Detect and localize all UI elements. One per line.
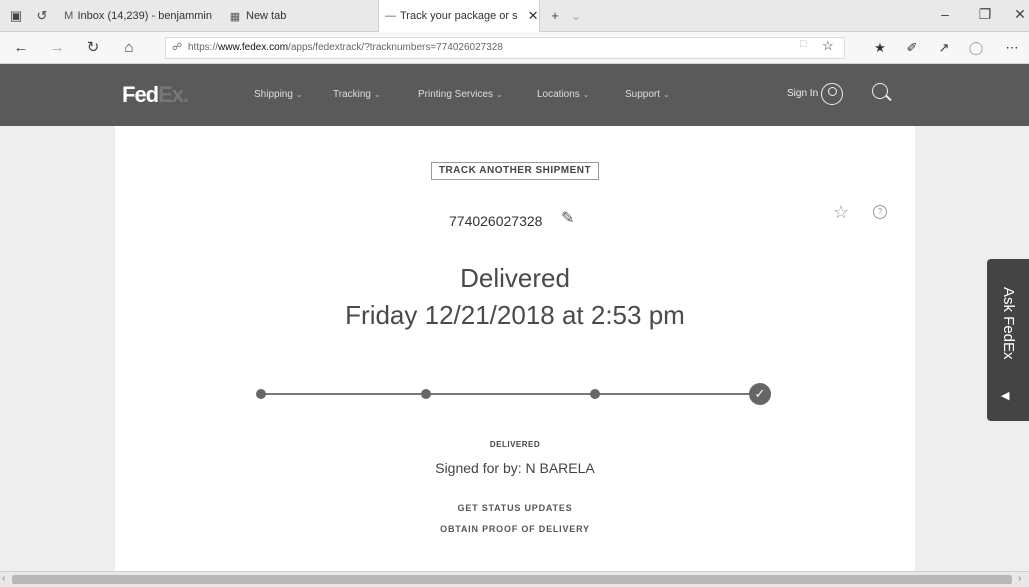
nav-tracking[interactable]: Tracking ⌄ [333, 89, 381, 100]
maximize-icon[interactable]: ❐ [975, 6, 995, 23]
new-tab-icon: ▦ [229, 10, 241, 23]
scrollbar-thumb[interactable] [12, 575, 1012, 584]
tab-inbox[interactable]: M Inbox (14,239) - benjammin [58, 0, 218, 32]
nav-shipping[interactable]: Shipping ⌄ [254, 89, 303, 100]
address-bar-row: ← → ↻ ⌂ ☍ https://www.fedex.com/apps/fed… [0, 32, 1029, 64]
chevron-down-icon: ⌄ [663, 90, 670, 99]
more-menu-icon[interactable]: ⋯ [1004, 40, 1020, 56]
tab-label: New tab [246, 10, 287, 22]
scroll-right-icon[interactable]: › [1018, 573, 1021, 584]
tab-fedex-track[interactable]: — Track your package or s ✕ [378, 0, 540, 32]
back-icon[interactable]: ← [12, 39, 30, 57]
tab-new-tab[interactable]: ▦ New tab [222, 0, 372, 32]
status-label: DELIVERED [489, 440, 541, 449]
home-icon[interactable]: ⌂ [120, 39, 138, 57]
pen-icon[interactable]: ✐ [904, 40, 920, 56]
tab-actions-icon[interactable]: ▣ [8, 8, 24, 24]
new-tab-plus-icon[interactable]: + [547, 8, 563, 24]
track-another-shipment-button[interactable]: TRACK ANOTHER SHIPMENT [431, 162, 599, 180]
pencil-icon[interactable]: ✎ [561, 208, 574, 228]
ask-fedex-label: Ask FedEx [1000, 286, 1017, 360]
signed-for-text: Signed for by: N BARELA [435, 460, 595, 476]
ask-fedex-tab[interactable]: Ask FedEx ◀ [987, 259, 1029, 421]
info-icon[interactable]: ? [873, 205, 887, 219]
tab-list-chevron-icon[interactable]: ⌄ [568, 8, 584, 24]
url-domain: www.fedex.com [218, 42, 289, 53]
browser-tab-bar: ▣ ↺ M Inbox (14,239) - benjammin ▦ New t… [0, 0, 1029, 32]
tab-label: Track your package or s [400, 10, 518, 22]
mail-icon: M [64, 10, 74, 22]
chevron-down-icon: ⌄ [373, 90, 381, 99]
delivery-date: Friday 12/21/2018 at 2:53 pm [345, 300, 685, 330]
refresh-icon[interactable]: ↻ [84, 39, 102, 57]
progress-step-2 [421, 389, 431, 399]
nav-label: Tracking [333, 89, 371, 100]
user-icon[interactable] [821, 83, 843, 105]
fedex-logo[interactable]: FedEx. [122, 82, 189, 108]
horizontal-scrollbar[interactable]: ‹ › [0, 571, 1029, 587]
caret-left-icon: ◀ [1001, 390, 1010, 402]
nav-locations[interactable]: Locations ⌄ [537, 89, 590, 100]
fedex-header: FedEx. Shipping ⌄ Tracking ⌄ Printing Serv… [0, 64, 1029, 126]
reading-view-icon[interactable]: □ [800, 38, 807, 50]
search-icon[interactable] [872, 83, 888, 99]
chevron-down-icon: ⌄ [582, 90, 590, 99]
forward-icon[interactable]: → [48, 39, 66, 57]
sign-in-link[interactable]: Sign In [787, 88, 818, 99]
close-tab-icon[interactable]: ✕ [528, 8, 539, 24]
nav-label: Locations [537, 89, 580, 100]
tab-label: Inbox (14,239) - benjammin [77, 10, 212, 22]
obtain-proof-of-delivery-link[interactable]: OBTAIN PROOF OF DELIVERY [395, 524, 635, 534]
favorites-icon[interactable]: ★ [872, 40, 888, 56]
status-title: Delivered [460, 263, 570, 293]
nav-label: Support [625, 89, 661, 100]
progress-step-3 [590, 389, 600, 399]
nav-label: Printing Services [418, 89, 494, 100]
close-window-icon[interactable]: ✕ [1010, 6, 1029, 23]
scroll-left-icon[interactable]: ‹ [2, 573, 5, 584]
lock-icon: ☍ [172, 42, 183, 53]
watch-star-icon[interactable]: ☆ [833, 202, 849, 223]
share-icon[interactable]: ↗ [936, 40, 952, 56]
chevron-down-icon: ⌄ [496, 90, 503, 99]
chevron-down-icon: ⌄ [295, 90, 303, 99]
shield-icon[interactable]: ◯ [968, 40, 984, 56]
fedex-favicon: — [385, 10, 396, 22]
minimize-icon[interactable]: – [935, 6, 955, 22]
set-aside-tabs-icon[interactable]: ↺ [34, 8, 50, 24]
url-path: /apps/fedextrack/?tracknumbers=774026027… [288, 42, 503, 53]
progress-step-1 [256, 389, 266, 399]
logo-ex-text: Ex. [158, 82, 189, 107]
url-prefix: https:// [188, 42, 219, 53]
favorite-star-icon[interactable]: ☆ [822, 38, 834, 54]
nav-support[interactable]: Support ⌄ [625, 89, 670, 100]
nav-label: Shipping [254, 89, 293, 100]
checkmark-icon: ✓ [749, 383, 771, 405]
tracking-number: 774026027328 [449, 213, 543, 229]
progress-line [261, 393, 761, 395]
get-status-updates-link[interactable]: GET STATUS UPDATES [415, 503, 615, 513]
logo-fed-text: Fed [122, 82, 159, 107]
url-input[interactable]: ☍ https://www.fedex.com/apps/fedextrack/… [165, 37, 845, 59]
nav-printing-services[interactable]: Printing Services ⌄ [418, 89, 503, 100]
